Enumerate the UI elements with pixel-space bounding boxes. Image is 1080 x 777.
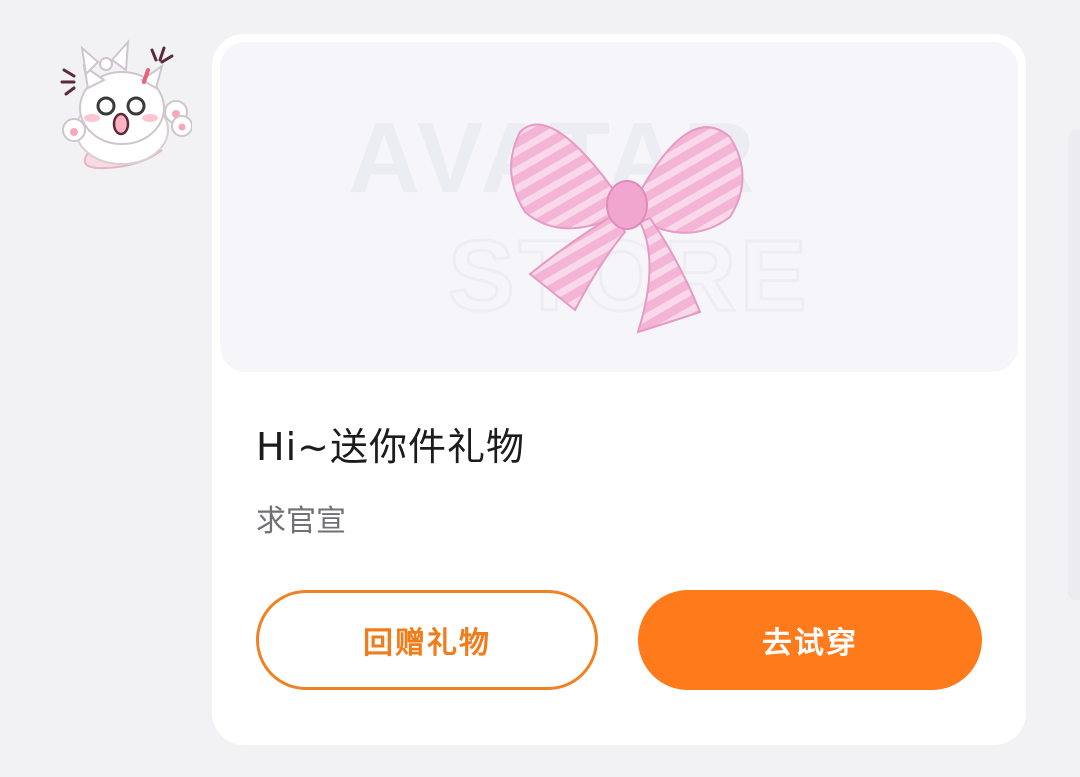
gift-title: Hi~送你件礼物 [256, 425, 525, 469]
avatar[interactable] [52, 30, 193, 180]
gift-message: 求官宣 [256, 504, 346, 539]
preview-canvas: AVATAR STORE [348, 102, 811, 334]
chat-screen: AVATAR STORE [0, 0, 1080, 777]
gift-card: AVATAR STORE [212, 34, 1026, 745]
gift-preview[interactable]: AVATAR STORE [220, 42, 1018, 372]
watermark-store: STORE [448, 220, 811, 332]
try-on-button[interactable]: 去试穿 [638, 590, 982, 690]
adjacent-card-edge [1068, 130, 1080, 600]
cat-bow-avatar-icon [60, 39, 193, 170]
return-gift-button[interactable]: 回赠礼物 [256, 590, 598, 690]
